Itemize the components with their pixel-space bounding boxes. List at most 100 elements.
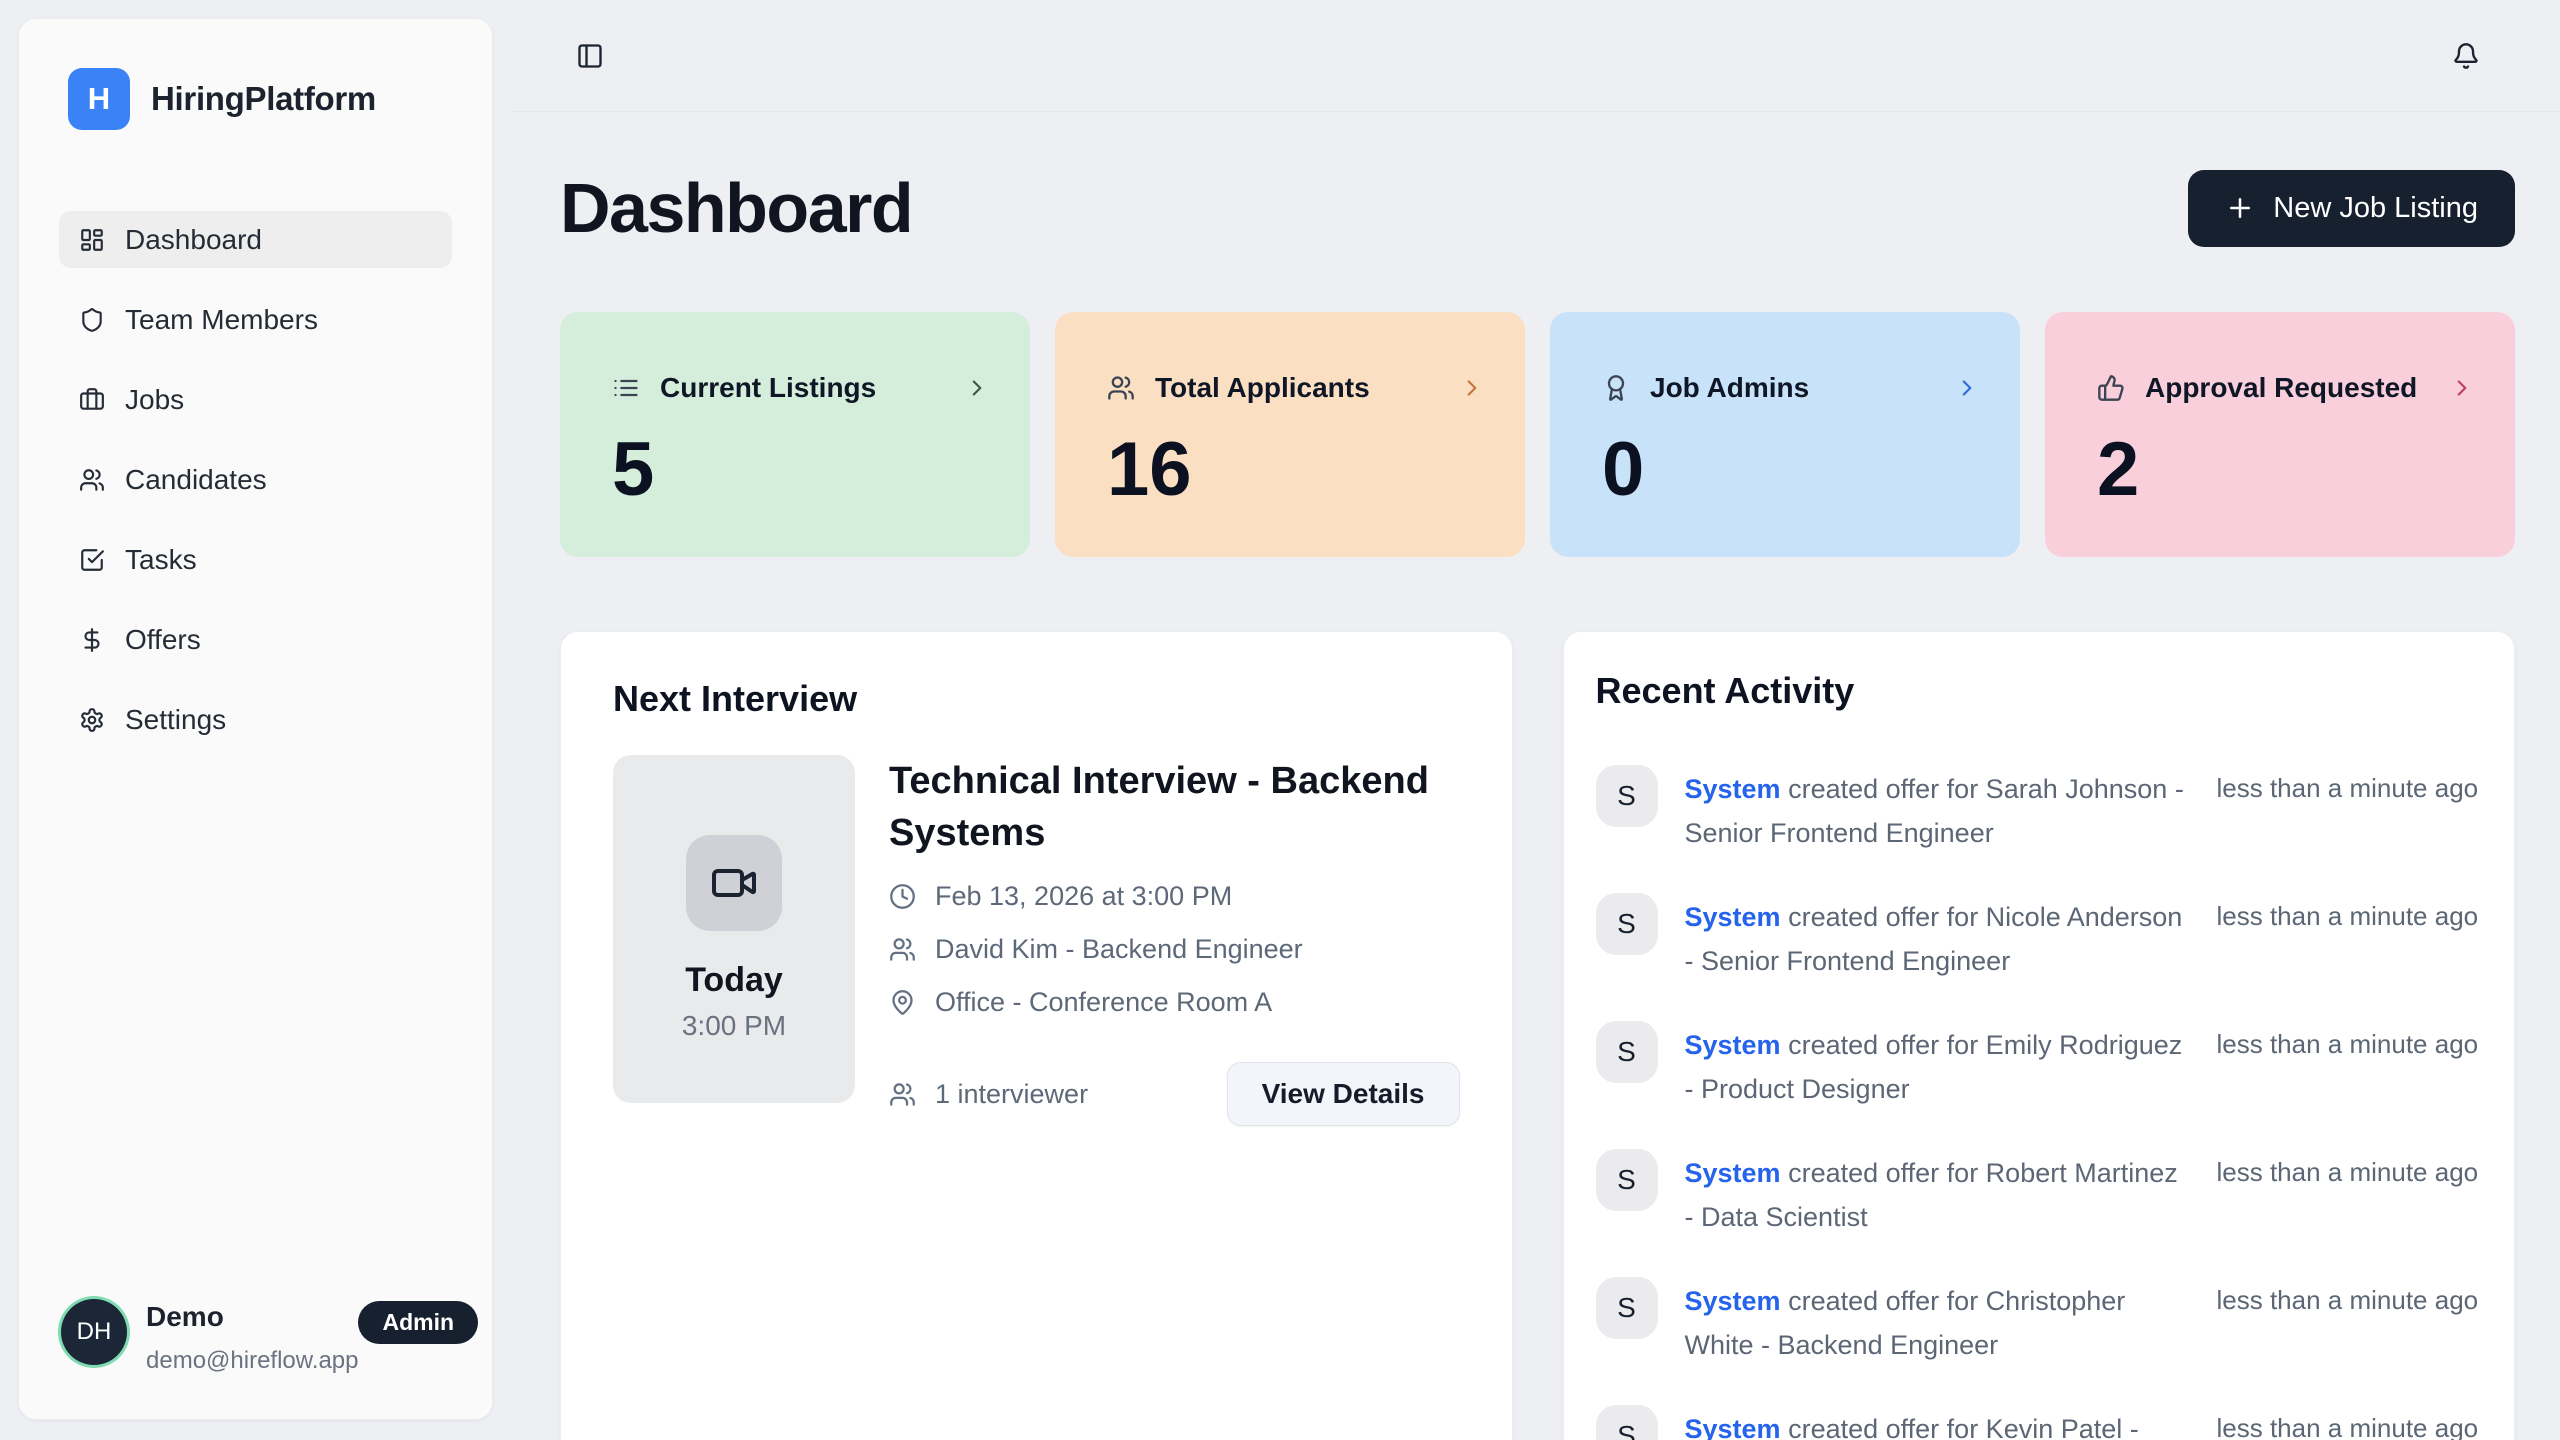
video-icon [686, 835, 782, 931]
briefcase-icon [79, 387, 105, 413]
stat-card-total-applicants[interactable]: Total Applicants 16 [1055, 312, 1525, 557]
sidebar-toggle-button[interactable] [570, 36, 610, 76]
sidebar-item-label: Dashboard [125, 224, 262, 256]
chevron-right-icon [1459, 375, 1485, 401]
user-email: demo@hireflow.app [146, 1347, 358, 1375]
stat-label: Total Applicants [1155, 372, 1370, 404]
bell-icon [2452, 42, 2480, 70]
recent-activity-title: Recent Activity [1596, 670, 2465, 712]
sidebar-item-settings[interactable]: Settings [59, 691, 452, 748]
stats-row: Current Listings 5 Total Applicants 16 [560, 312, 2515, 557]
activity-text: System created offer for Kevin Patel - D… [1685, 1405, 2190, 1440]
activity-text: System created offer for Robert Martinez… [1685, 1149, 2190, 1239]
sidebar-item-team-members[interactable]: Team Members [59, 291, 452, 348]
activity-actor[interactable]: System [1685, 902, 1781, 932]
layout-dashboard-icon [79, 227, 105, 253]
avatar: DH [61, 1299, 127, 1365]
activity-avatar: S [1596, 1021, 1658, 1083]
shield-icon [79, 307, 105, 333]
activity-avatar: S [1596, 1277, 1658, 1339]
main-area: Dashboard New Job Listing Current Listin… [493, 0, 2560, 1440]
stat-value: 5 [612, 432, 990, 508]
interviewer-count-row: 1 interviewer [889, 1079, 1088, 1110]
next-interview-title: Next Interview [613, 678, 1460, 720]
interview-person: David Kim - Backend Engineer [935, 934, 1303, 965]
sidebar-item-tasks[interactable]: Tasks [59, 531, 452, 588]
sidebar-item-candidates[interactable]: Candidates [59, 451, 452, 508]
activity-actor[interactable]: System [1685, 774, 1781, 804]
stat-card-approval-requested[interactable]: Approval Requested 2 [2045, 312, 2515, 557]
chevron-right-icon [1954, 375, 1980, 401]
activity-timestamp: less than a minute ago [2217, 1021, 2479, 1060]
activity-timestamp: less than a minute ago [2217, 1277, 2479, 1316]
brand-name: HiringPlatform [151, 80, 376, 118]
next-interview-card: Next Interview Today 3:00 PM Technical I… [560, 631, 1513, 1440]
sidebar-item-label: Offers [125, 624, 201, 656]
activity-item: S System created offer for Kevin Patel -… [1596, 1405, 2465, 1440]
stat-value: 0 [1602, 432, 1980, 508]
interview-time: 3:00 PM [682, 1010, 786, 1042]
interview-location: Office - Conference Room A [935, 987, 1272, 1018]
content: Dashboard New Job Listing Current Listin… [493, 112, 2560, 1440]
activity-item: S System created offer for Sarah Johnson… [1596, 765, 2465, 855]
sidebar-item-label: Jobs [125, 384, 184, 416]
activity-actor[interactable]: System [1685, 1030, 1781, 1060]
sidebar-item-label: Team Members [125, 304, 318, 336]
users-icon [79, 467, 105, 493]
interview-person-row: David Kim - Backend Engineer [889, 934, 1460, 965]
activity-list: S System created offer for Sarah Johnson… [1596, 765, 2465, 1440]
sidebar-item-label: Tasks [125, 544, 197, 576]
activity-timestamp: less than a minute ago [2217, 765, 2479, 804]
brand: H HiringPlatform [19, 19, 492, 130]
activity-actor[interactable]: System [1685, 1286, 1781, 1316]
activity-actor[interactable]: System [1685, 1158, 1781, 1188]
sidebar-nav: Dashboard Team Members Jobs Candidates T… [59, 211, 452, 748]
stat-label: Job Admins [1650, 372, 1809, 404]
activity-text: System created offer for Nicole Anderson… [1685, 893, 2190, 983]
sidebar-item-jobs[interactable]: Jobs [59, 371, 452, 428]
interview-datetime-row: Feb 13, 2026 at 3:00 PM [889, 881, 1460, 912]
users-icon [1107, 374, 1135, 402]
activity-avatar: S [1596, 765, 1658, 827]
page-title: Dashboard [560, 168, 912, 248]
sidebar-item-offers[interactable]: Offers [59, 611, 452, 668]
gear-icon [79, 707, 105, 733]
brand-logo-letter: H [88, 81, 110, 117]
plus-icon [2225, 193, 2255, 223]
panel-left-icon [576, 42, 604, 70]
interview-datetime: Feb 13, 2026 at 3:00 PM [935, 881, 1232, 912]
new-job-listing-label: New Job Listing [2273, 192, 2478, 225]
square-check-icon [79, 547, 105, 573]
sidebar-user[interactable]: DH Demo demo@hireflow.app Admin [61, 1299, 452, 1375]
activity-avatar: S [1596, 893, 1658, 955]
activity-item: S System created offer for Emily Rodrigu… [1596, 1021, 2465, 1111]
stat-card-current-listings[interactable]: Current Listings 5 [560, 312, 1030, 557]
activity-actor[interactable]: System [1685, 1414, 1781, 1440]
interview-job-title: Technical Interview - Backend Systems [889, 755, 1460, 859]
stat-label: Current Listings [660, 372, 876, 404]
activity-text: System created offer for Christopher Whi… [1685, 1277, 2190, 1367]
stat-value: 16 [1107, 432, 1485, 508]
notifications-button[interactable] [2446, 36, 2486, 76]
activity-avatar: S [1596, 1149, 1658, 1211]
sidebar-item-label: Settings [125, 704, 226, 736]
new-job-listing-button[interactable]: New Job Listing [2188, 170, 2515, 247]
dollar-icon [79, 627, 105, 653]
stat-label: Approval Requested [2145, 372, 2417, 404]
stat-value: 2 [2097, 432, 2475, 508]
users-icon [889, 936, 916, 963]
clock-icon [889, 883, 916, 910]
stat-card-job-admins[interactable]: Job Admins 0 [1550, 312, 2020, 557]
role-badge: Admin [358, 1301, 478, 1344]
topbar [513, 0, 2560, 112]
list-icon [612, 374, 640, 402]
brand-logo: H [68, 68, 130, 130]
chevron-right-icon [2449, 375, 2475, 401]
activity-item: S System created offer for Christopher W… [1596, 1277, 2465, 1367]
award-icon [1602, 374, 1630, 402]
activity-text: System created offer for Emily Rodriguez… [1685, 1021, 2190, 1111]
view-details-button[interactable]: View Details [1227, 1062, 1460, 1126]
sidebar-item-label: Candidates [125, 464, 267, 496]
user-name: Demo [146, 1301, 358, 1333]
sidebar-item-dashboard[interactable]: Dashboard [59, 211, 452, 268]
